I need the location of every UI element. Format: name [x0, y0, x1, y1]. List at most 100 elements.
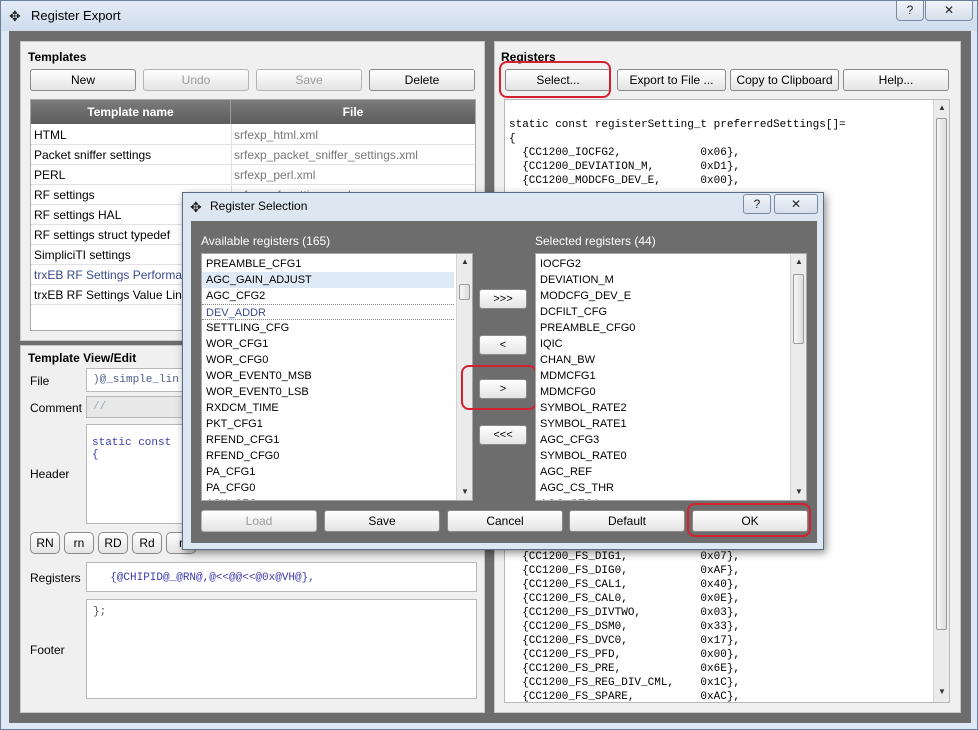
header-textarea[interactable]: static const {	[86, 424, 186, 524]
tag-button-rd[interactable]: Rd	[132, 532, 162, 554]
selected-scroll-thumb[interactable]	[793, 274, 804, 344]
scroll-thumb[interactable]	[936, 118, 947, 630]
template-row[interactable]: Packet sniffer settings srfexp_packet_sni…	[31, 145, 475, 165]
delete-button[interactable]: Delete	[369, 69, 475, 91]
file-input[interactable]: )@_simple_lin	[86, 368, 186, 392]
template-row[interactable]: HTML srfexp_html.xml	[31, 125, 475, 145]
dialog-close-button[interactable]: ✕	[774, 194, 818, 214]
default-button[interactable]: Default	[569, 510, 685, 532]
move-left-button[interactable]: <	[479, 335, 527, 355]
move-all-right-button[interactable]: >>>	[479, 289, 527, 309]
col-template-name[interactable]: Template name	[31, 100, 231, 124]
scroll-down-icon[interactable]: ▼	[457, 486, 472, 498]
register-list-item[interactable]: MDMCFG1	[540, 368, 596, 384]
tag-button-rn[interactable]: RN	[30, 532, 60, 554]
selected-scrollbar[interactable]: ▲ ▼	[790, 254, 806, 500]
template-file-cell: srfexp_packet_sniffer_settings.xml	[234, 148, 418, 162]
template-name-cell: PERL	[34, 168, 66, 182]
register-list-item[interactable]: IQIC	[540, 336, 563, 352]
code-line: {	[509, 133, 516, 145]
register-list-item[interactable]: PREAMBLE_CFG1	[206, 256, 301, 272]
code-line: {CC1200_FS_PFD, 0x00},	[509, 649, 741, 661]
help-title-button[interactable]: ?	[896, 1, 924, 21]
load-button[interactable]: Load	[201, 510, 317, 532]
register-list-item[interactable]: CHAN_BW	[540, 352, 595, 368]
code-line: {CC1200_FS_CAL1, 0x40},	[509, 579, 741, 591]
register-list-item[interactable]: RFEND_CFG1	[206, 432, 279, 448]
register-list-item[interactable]: SYMBOL_RATE1	[540, 416, 627, 432]
register-list-item[interactable]: PA_CFG0	[206, 480, 255, 496]
template-name-cell: Packet sniffer settings	[34, 148, 152, 162]
new-button[interactable]: New	[30, 69, 136, 91]
register-list-item[interactable]: AGC_CFG3	[540, 432, 599, 448]
dialog-title: Register Selection	[210, 199, 308, 213]
export-to-file-button[interactable]: Export to File ...	[617, 69, 726, 91]
cancel-button[interactable]: Cancel	[447, 510, 563, 532]
register-list-item[interactable]: SETTLING_CFG	[206, 320, 289, 336]
scroll-up-icon[interactable]: ▲	[791, 256, 806, 268]
register-list-item[interactable]: PA_CFG1	[206, 464, 255, 480]
register-list-item[interactable]: DEV_ADDR	[202, 304, 454, 320]
scroll-up-icon[interactable]: ▲	[934, 102, 950, 114]
code-line: {CC1200_FS_DSM0, 0x33},	[509, 621, 741, 633]
footer-textarea[interactable]: };	[86, 599, 477, 699]
register-list-item[interactable]: PREAMBLE_CFG0	[540, 320, 635, 336]
comment-input[interactable]: //	[86, 396, 186, 418]
register-list-item[interactable]: AGC_REF	[540, 464, 592, 480]
register-list-item[interactable]: AGC_GAIN_ADJUST	[202, 272, 454, 288]
register-export-window: ✥ Register Export ? ✕ Templates New Undo…	[0, 0, 978, 730]
registers-input[interactable]: {@CHIPID@_@RN@,@<<@@<<@0x@VH@},	[86, 562, 477, 592]
code-scrollbar[interactable]: ▲ ▼	[933, 100, 949, 702]
view-edit-title: Template View/Edit	[28, 351, 137, 365]
register-list-item[interactable]: DEVIATION_M	[540, 272, 614, 288]
register-list-item[interactable]: MDMCFG0	[540, 384, 596, 400]
scroll-down-icon[interactable]: ▼	[791, 486, 806, 498]
register-list-item[interactable]: RFEND_CFG0	[206, 448, 279, 464]
register-list-item[interactable]: SYMBOL_RATE0	[540, 448, 627, 464]
selected-list[interactable]: IOCFG2 DEVIATION_M MODCFG_DEV_E DCFILT_CFG P…	[535, 253, 807, 501]
ti-logo-icon: ✥	[190, 199, 202, 215]
select-highlight	[499, 61, 611, 98]
help-button[interactable]: Help...	[843, 69, 949, 91]
register-list-item[interactable]: WOR_EVENT0_MSB	[206, 368, 312, 384]
code-line: {CC1200_FS_DVC0, 0x17},	[509, 635, 741, 647]
available-scroll-thumb[interactable]	[459, 284, 470, 300]
scroll-up-icon[interactable]: ▲	[457, 256, 472, 268]
register-list-item[interactable]: SYMBOL_RATE2	[540, 400, 627, 416]
undo-button[interactable]: Undo	[143, 69, 249, 91]
col-file[interactable]: File	[231, 100, 475, 124]
template-file-cell: srfexp_html.xml	[234, 128, 319, 142]
tag-button-rn[interactable]: rn	[64, 532, 94, 554]
register-list-item[interactable]: WOR_CFG0	[206, 352, 268, 368]
register-list-item[interactable]: AGC_CFG2	[206, 288, 265, 304]
register-list-item[interactable]: IOCFG2	[540, 256, 581, 272]
save-template-button[interactable]: Save	[256, 69, 362, 91]
code-line: {CC1200_MODCFG_DEV_E, 0x00},	[509, 175, 741, 187]
dialog-save-button[interactable]: Save	[324, 510, 440, 532]
code-line: {CC1200_FS_DIG1, 0x07},	[509, 551, 741, 563]
template-row[interactable]: PERL srfexp_perl.xml	[31, 165, 475, 185]
code-line: {CC1200_FS_PRE, 0x6E},	[509, 663, 741, 675]
selected-label: Selected registers (44)	[535, 234, 656, 248]
register-list-item[interactable]: WOR_EVENT0_LSB	[206, 384, 309, 400]
available-list[interactable]: PREAMBLE_CFG1 AGC_GAIN_ADJUST AGC_CFG2 DEV_…	[201, 253, 473, 501]
copy-to-clipboard-button[interactable]: Copy to Clipboard	[730, 69, 839, 91]
move-right-highlight	[461, 365, 537, 410]
register-selection-dialog: ✥ Register Selection ? ✕ Available regis…	[182, 192, 824, 550]
register-list-item[interactable]: AGC_CS_THR	[540, 480, 614, 496]
register-list-item[interactable]: WOR_CFG1	[206, 336, 268, 352]
tag-button-rd[interactable]: RD	[98, 532, 128, 554]
register-list-item[interactable]: RXDCM_TIME	[206, 400, 279, 416]
move-all-left-button[interactable]: <<<	[479, 425, 527, 445]
code-line: {CC1200_FS_REG_DIV_CML, 0x1C},	[509, 677, 741, 689]
header-label: Header	[30, 467, 70, 481]
close-title-button[interactable]: ✕	[925, 1, 973, 21]
register-list-item[interactable]: ASK_CFG	[206, 496, 257, 500]
register-list-item[interactable]: PKT_CFG1	[206, 416, 263, 432]
register-list-item[interactable]: AGC_CFG1	[540, 496, 599, 500]
dialog-help-button[interactable]: ?	[743, 194, 771, 214]
footer-label: Footer	[30, 643, 65, 657]
scroll-down-icon[interactable]: ▼	[934, 686, 950, 698]
register-list-item[interactable]: DCFILT_CFG	[540, 304, 607, 320]
register-list-item[interactable]: MODCFG_DEV_E	[540, 288, 631, 304]
